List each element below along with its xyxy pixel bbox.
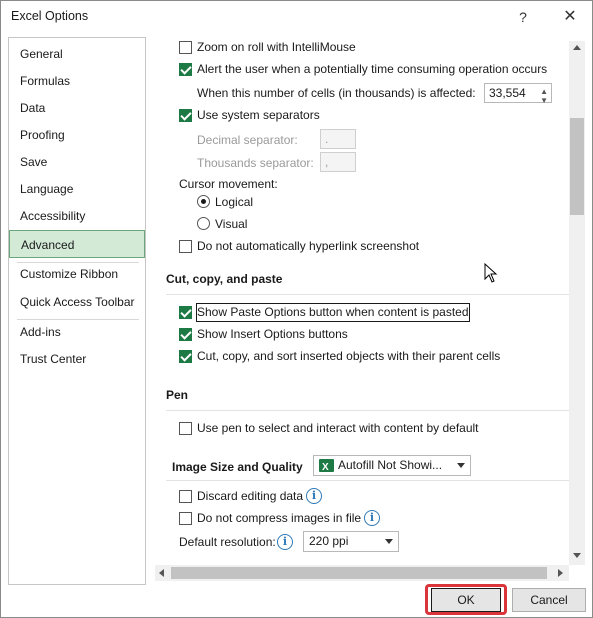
options-sidebar: General Formulas Data Proofing Save Lang…	[8, 37, 146, 585]
cells-affected-label: When this number of cells (in thousands)…	[197, 86, 476, 100]
sidebar-item-quick-access-toolbar[interactable]: Quick Access Toolbar	[9, 288, 145, 316]
zoom-roll-label: Zoom on roll with IntelliMouse	[197, 40, 356, 54]
use-pen-checkbox[interactable]	[179, 422, 192, 435]
thousands-separator-input[interactable]: ,	[320, 152, 356, 172]
chevron-down-icon	[385, 539, 393, 544]
cut-sort-objects-checkbox[interactable]	[179, 350, 192, 363]
info-icon[interactable]: i	[306, 488, 322, 504]
help-button[interactable]: ?	[513, 7, 533, 27]
sidebar-item-data[interactable]: Data	[9, 94, 145, 122]
no-hyperlink-checkbox[interactable]	[179, 240, 192, 253]
system-separators-checkbox[interactable]	[179, 109, 192, 122]
sidebar-item-formulas[interactable]: Formulas	[9, 67, 145, 95]
workbook-dropdown[interactable]: Autofill Not Showi...	[313, 455, 471, 477]
spin-down-icon[interactable]: ▼	[540, 92, 548, 110]
title-bar: Excel Options ? ✕	[1, 1, 592, 33]
section-title-image-quality: Image Size and Quality	[172, 460, 303, 474]
sidebar-item-proofing[interactable]: Proofing	[9, 121, 145, 149]
show-insert-options-checkbox[interactable]	[179, 328, 192, 341]
discard-editing-checkbox[interactable]	[179, 490, 192, 503]
dialog-title: Excel Options	[11, 9, 89, 23]
use-pen-label: Use pen to select and interact with cont…	[197, 421, 479, 435]
system-separators-label: Use system separators	[197, 108, 320, 122]
visual-label: Visual	[215, 217, 248, 231]
resolution-value: 220 ppi	[309, 534, 349, 548]
section-divider	[166, 294, 569, 295]
show-insert-options-label: Show Insert Options buttons	[197, 327, 348, 341]
thousands-separator-label: Thousands separator:	[197, 156, 314, 170]
no-compress-label: Do not compress images in file	[197, 511, 362, 525]
horizontal-scroll-thumb[interactable]	[171, 567, 547, 579]
zoom-roll-checkbox[interactable]	[179, 41, 192, 54]
info-icon[interactable]: i	[277, 534, 293, 550]
chevron-down-icon	[457, 463, 465, 468]
cancel-button[interactable]: Cancel	[512, 588, 586, 612]
mouse-pointer-icon	[484, 263, 498, 283]
sidebar-item-language[interactable]: Language	[9, 175, 145, 203]
section-divider	[166, 410, 569, 411]
logical-label: Logical	[215, 195, 254, 209]
sidebar-item-accessibility[interactable]: Accessibility	[9, 202, 145, 230]
sidebar-item-customize-ribbon[interactable]: Customize Ribbon	[9, 260, 145, 288]
scroll-left-icon[interactable]	[159, 569, 164, 577]
alert-time-label: Alert the user when a potentially time c…	[197, 62, 548, 76]
close-button[interactable]: ✕	[560, 7, 580, 27]
default-resolution-label: Default resolution:	[179, 535, 276, 549]
sidebar-item-trust-center[interactable]: Trust Center	[9, 345, 145, 373]
decimal-separator-input[interactable]: .	[320, 129, 356, 149]
advanced-options-panel: Zoom on roll with IntelliMouse Alert the…	[155, 37, 585, 584]
sidebar-item-save[interactable]: Save	[9, 148, 145, 176]
cells-affected-input[interactable]: 33,554 ▲ ▼	[484, 83, 552, 105]
discard-editing-label: Discard editing data	[197, 489, 304, 503]
excel-workbook-icon	[319, 458, 334, 477]
ok-button[interactable]: OK	[431, 588, 501, 612]
section-title-pen: Pen	[166, 388, 189, 402]
visual-radio[interactable]	[197, 217, 210, 230]
scroll-up-icon[interactable]	[573, 45, 581, 50]
vertical-scroll-thumb[interactable]	[570, 118, 584, 215]
resolution-dropdown[interactable]: 220 ppi	[303, 531, 399, 552]
cut-sort-objects-label: Cut, copy, and sort inserted objects wit…	[197, 349, 501, 363]
no-hyperlink-label: Do not automatically hyperlink screensho…	[197, 239, 420, 253]
sidebar-item-advanced[interactable]: Advanced	[9, 230, 145, 258]
cursor-movement-label: Cursor movement:	[179, 177, 278, 191]
workbook-dropdown-value: Autofill Not Showi...	[338, 458, 443, 472]
section-divider	[166, 480, 569, 481]
scroll-down-icon[interactable]	[573, 553, 581, 558]
sidebar-item-general[interactable]: General	[9, 40, 145, 68]
alert-time-checkbox[interactable]	[179, 63, 192, 76]
cells-affected-value: 33,554	[489, 86, 526, 100]
scroll-right-icon[interactable]	[558, 569, 563, 577]
section-title-cut-copy-paste: Cut, copy, and paste	[166, 272, 283, 286]
show-paste-options-label: Show Paste Options button when content i…	[197, 305, 469, 319]
no-compress-checkbox[interactable]	[179, 512, 192, 525]
info-icon[interactable]: i	[364, 510, 380, 526]
decimal-separator-label: Decimal separator:	[197, 133, 298, 147]
sidebar-item-add-ins[interactable]: Add-ins	[9, 318, 145, 346]
show-paste-options-checkbox[interactable]	[179, 306, 192, 319]
logical-radio[interactable]	[197, 195, 210, 208]
excel-options-dialog: Excel Options ? ✕ General Formulas Data …	[0, 0, 593, 618]
